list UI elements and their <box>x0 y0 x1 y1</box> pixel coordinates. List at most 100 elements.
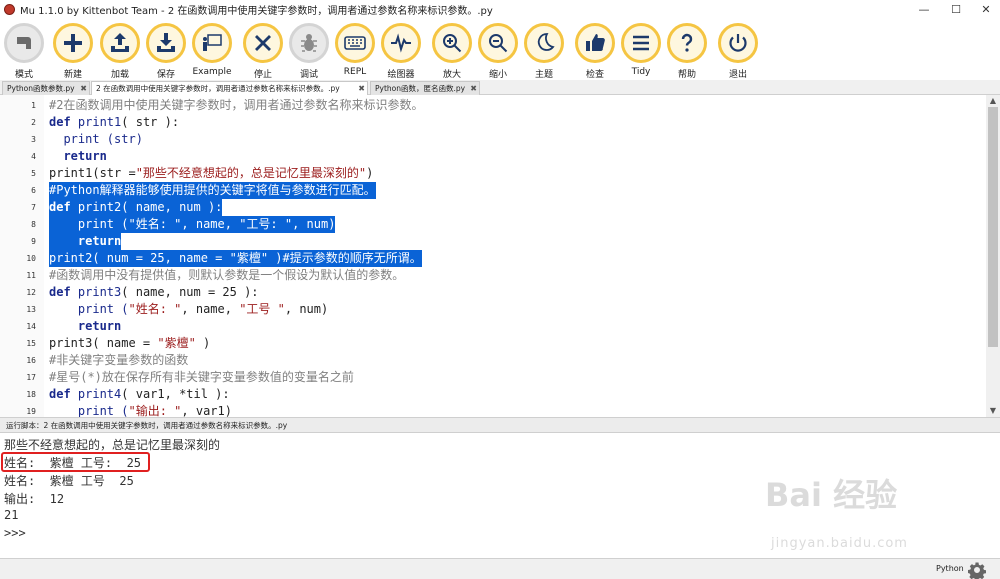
scrollbar-thumb[interactable] <box>988 107 998 347</box>
code-line[interactable]: #Python解释器能够使用提供的关键字将值与参数进行匹配。 <box>49 182 376 199</box>
code-token: print2( num = 25, name = <box>49 251 230 265</box>
tab-close-icon[interactable]: ✖ <box>470 82 477 95</box>
code-token: "那些不经意想起的，总是记忆里最深刻的" <box>135 166 367 180</box>
zoom-in-button[interactable]: 放大 <box>428 21 476 80</box>
tab-keyword-args[interactable]: 2 在函数调用中使用关键字参数时，调用者通过参数名称来标识参数。.py ✖ <box>91 81 368 95</box>
code-line[interactable]: #函数调用中没有提供值，则默认参数是一个假设为默认值的参数。 <box>49 267 404 284</box>
code-token: #星号(*)放在保存所有非关键字变量参数值的变量名之前 <box>49 370 354 384</box>
code-line[interactable]: return <box>49 233 122 250</box>
code-line[interactable]: def print4( var1, *til ): <box>49 386 230 403</box>
new-label: 新建 <box>63 70 82 80</box>
stop-button[interactable]: 停止 <box>239 21 287 80</box>
code-token: , name, <box>181 302 240 316</box>
status-bar: Python <box>0 558 1000 579</box>
zoom-in-icon <box>443 34 462 53</box>
code-line[interactable]: def print3( name, num = 25 ): <box>49 284 259 301</box>
code-token: def <box>49 387 78 401</box>
code-token: "紫檀" <box>229 251 269 265</box>
code-line[interactable]: print ("输出: ", var1) <box>49 403 232 417</box>
load-button[interactable]: 加载 <box>96 21 144 80</box>
save-label: 保存 <box>156 70 175 80</box>
line-number: 16 <box>26 356 36 365</box>
new-button[interactable]: 新建 <box>49 21 97 80</box>
mu-editor-window: Mu 1.1.0 by Kittenbot Team - 2 在函数调用中使用关… <box>0 0 1000 579</box>
line-number: 9 <box>31 237 36 246</box>
vertical-scrollbar[interactable]: ▲ ▼ <box>986 95 1000 417</box>
tab-lambda-funcs[interactable]: Python函数，匿名函数.py ✖ <box>370 81 480 95</box>
close-window-button[interactable]: ✕ <box>972 0 1000 18</box>
code-token: print1(str = <box>49 166 136 180</box>
code-line[interactable]: print2( num = 25, name = "紫檀" )#提示参数的顺序无… <box>49 250 422 267</box>
zoom-out-button[interactable]: 缩小 <box>474 21 522 80</box>
code-token: print4 <box>77 387 122 401</box>
code-line[interactable]: print ("姓名: ", name, "工号: ", num) <box>49 216 336 233</box>
zoom-out-label: 缩小 <box>488 70 507 80</box>
code-token: , num) <box>284 302 329 316</box>
code-token: ( str ): <box>121 115 180 129</box>
toolbar: 模式 新建 加载 保存 Example 停止 调试 REPL 绘图器 放大 缩小… <box>0 18 1000 80</box>
code-line[interactable]: print (str) <box>49 131 143 148</box>
code-token: #提示参数的顺序无所谓。 <box>282 251 422 265</box>
example-label: Example <box>192 67 232 77</box>
scroll-up-icon[interactable]: ▲ <box>986 95 1000 107</box>
code-token: "工号: " <box>239 217 293 231</box>
save-button[interactable]: 保存 <box>142 21 190 80</box>
title-bar: Mu 1.1.0 by Kittenbot Team - 2 在函数调用中使用关… <box>0 0 1000 18</box>
line-number: 11 <box>26 271 36 280</box>
example-button[interactable]: Example <box>188 21 236 79</box>
line-number: 7 <box>31 203 36 212</box>
mode-button[interactable]: 模式 <box>0 21 48 80</box>
code-editor[interactable]: 1 2 3 4 5 6 7 8 9 10 11 12 13 14 15 16 17 18 19 #2在函数调用中使用… <box>0 95 1000 417</box>
code-token: "姓名: " <box>128 302 182 316</box>
mode-icon <box>17 37 31 49</box>
code-line[interactable]: #星号(*)放在保存所有非关键字变量参数值的变量名之前 <box>49 369 354 386</box>
code-line[interactable]: print3( name = "紫檀" ) <box>49 335 210 352</box>
code-line[interactable]: return <box>49 318 121 335</box>
quit-button[interactable]: 退出 <box>714 21 762 80</box>
gear-icon[interactable] <box>968 561 986 579</box>
help-button[interactable]: 帮助 <box>663 21 711 80</box>
download-icon <box>157 33 175 52</box>
line-number: 12 <box>26 288 36 297</box>
window-title: Mu 1.1.0 by Kittenbot Team - 2 在函数调用中使用关… <box>20 5 493 17</box>
code-line[interactable]: print ("姓名: ", name, "工号 ", num) <box>49 301 328 318</box>
check-button[interactable]: 检查 <box>571 21 619 80</box>
tab-label: 2 在函数调用中使用关键字参数时，调用者通过参数名称来标识参数。.py <box>96 84 340 93</box>
code-token: print2 <box>77 200 122 214</box>
repl-button[interactable]: REPL <box>331 21 379 79</box>
tab-close-icon[interactable]: ✖ <box>358 82 365 95</box>
stop-label: 停止 <box>253 70 272 80</box>
power-icon <box>729 34 747 52</box>
code-line[interactable]: #非关键字变量参数的函数 <box>49 352 188 369</box>
code-line[interactable]: def print1( str ): <box>49 114 179 131</box>
output-line: 姓名: 紫檀 工号 25 <box>4 474 134 488</box>
output-line: 那些不经意想起的，总是记忆里最深刻的 <box>4 438 221 452</box>
code-line[interactable]: return <box>49 148 106 165</box>
code-token: #2在函数调用中使用关键字参数时，调用者通过参数名称来标识参数。 <box>49 98 424 112</box>
tab-bar: Python函数参数.py ✖ 2 在函数调用中使用关键字参数时，调用者通过参数… <box>0 80 1000 95</box>
code-token: "姓名: " <box>128 217 182 231</box>
plotter-button[interactable]: 绘图器 <box>377 21 425 80</box>
runner-title: 运行脚本：2 在函数调用中使用关键字参数时，调用者通过参数名称来标识参数。.py <box>6 421 288 430</box>
tidy-button[interactable]: Tidy <box>617 21 665 79</box>
debug-button[interactable]: 调试 <box>285 21 333 80</box>
code-line[interactable]: #2在函数调用中使用关键字参数时，调用者通过参数名称来标识参数。 <box>49 97 423 114</box>
code-line[interactable]: print1(str ="那些不经意想起的，总是记忆里最深刻的") <box>49 165 373 182</box>
help-label: 帮助 <box>677 70 696 80</box>
tidy-label: Tidy <box>631 67 651 77</box>
runner-header: 运行脚本：2 在函数调用中使用关键字参数时，调用者通过参数名称来标识参数。.py <box>0 417 1000 433</box>
code-token: print (str) <box>49 132 143 146</box>
line-number: 14 <box>26 322 36 331</box>
scroll-down-icon[interactable]: ▼ <box>986 405 1000 417</box>
plotter-icon <box>391 33 411 53</box>
tab-python-func-params[interactable]: Python函数参数.py ✖ <box>2 81 90 95</box>
tab-close-icon[interactable]: ✖ <box>80 82 87 95</box>
theme-button[interactable]: 主题 <box>520 21 568 80</box>
maximize-button[interactable]: ☐ <box>942 0 970 18</box>
code-token: #非关键字变量参数的函数 <box>49 353 189 367</box>
code-token: "工号 " <box>239 302 285 316</box>
minimize-button[interactable]: — <box>910 0 938 18</box>
stop-icon <box>255 35 271 51</box>
code-line[interactable]: def print2( name, num ): <box>49 199 223 216</box>
line-number: 13 <box>26 305 36 314</box>
